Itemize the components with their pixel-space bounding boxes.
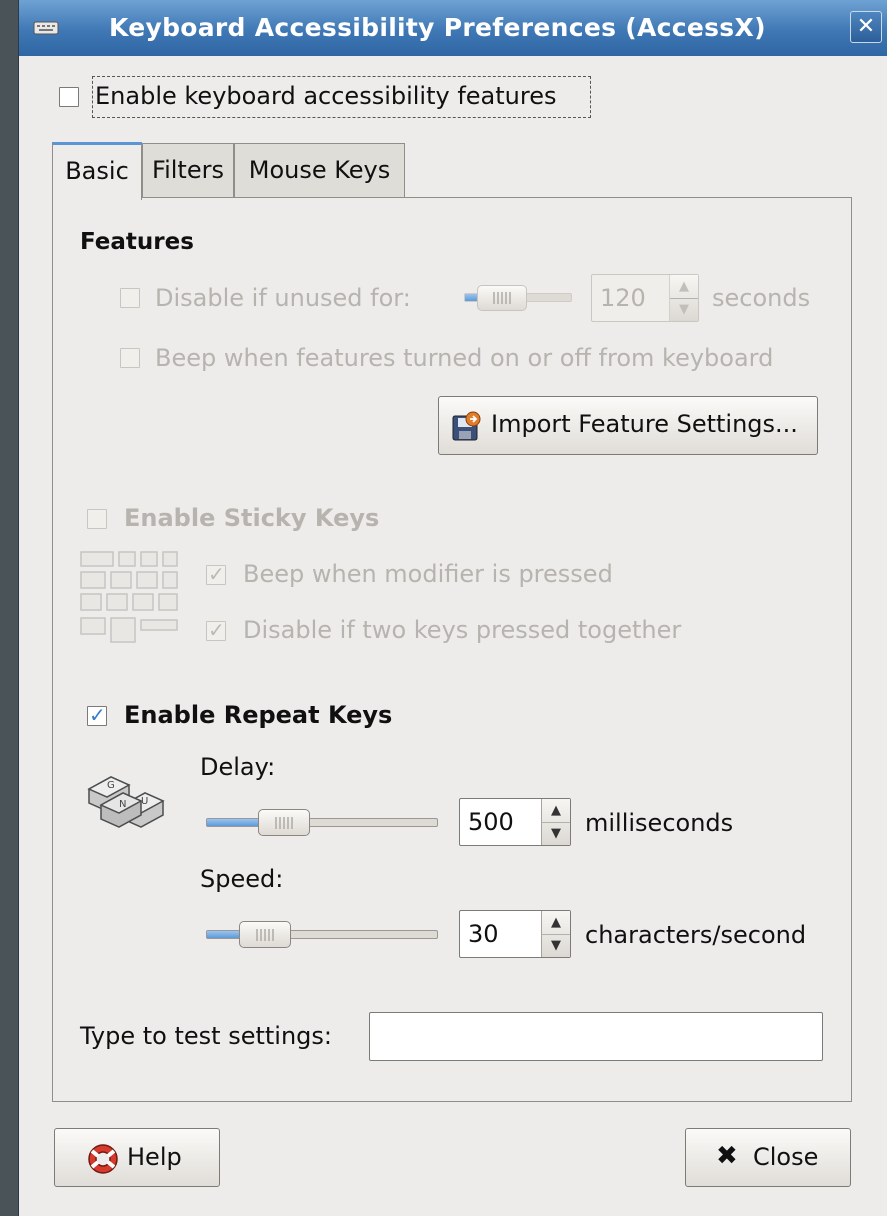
spin-down-icon[interactable]: ▼ — [670, 298, 698, 321]
delay-unit: milliseconds — [585, 809, 734, 837]
test-settings-label: Type to test settings: — [80, 1022, 332, 1050]
disable-unused-checkbox[interactable] — [120, 288, 140, 308]
speed-unit: characters/second — [585, 921, 807, 949]
repeat-keys-checkbox[interactable]: ✓ — [87, 703, 107, 727]
title-bar[interactable]: Keyboard Accessibility Preferences (Acce… — [19, 0, 887, 56]
close-button[interactable]: ✖ Close — [685, 1128, 851, 1187]
tab-basic[interactable]: Basic — [52, 142, 142, 200]
beep-modifier-label[interactable]: Beep when modifier is pressed — [243, 560, 613, 588]
x-icon: ✖ — [716, 1141, 738, 1171]
help-button[interactable]: Help — [54, 1128, 220, 1187]
beep-features-label[interactable]: Beep when features turned on or off from… — [155, 344, 773, 372]
delay-value[interactable] — [460, 799, 542, 845]
features-heading: Features — [80, 229, 194, 255]
svg-text:G: G — [107, 780, 115, 791]
enable-accessibility-label[interactable]: Enable keyboard accessibility features — [95, 82, 557, 110]
tab-filters[interactable]: Filters — [142, 143, 234, 198]
sticky-keys-checkbox[interactable] — [87, 509, 107, 529]
tab-mouse-keys[interactable]: Mouse Keys — [234, 143, 405, 198]
test-settings-field[interactable] — [370, 1013, 822, 1060]
svg-text:U: U — [141, 796, 148, 807]
repeat-keys-label[interactable]: Enable Repeat Keys — [124, 701, 392, 729]
help-button-label: Help — [127, 1143, 182, 1171]
disable-two-keys-label[interactable]: Disable if two keys pressed together — [243, 616, 681, 644]
sticky-keys-label[interactable]: Enable Sticky Keys — [124, 504, 379, 532]
disable-unused-spin[interactable]: ▲▼ — [591, 274, 699, 322]
speed-label: Speed: — [200, 865, 284, 893]
beep-modifier-checkbox[interactable]: ✓ — [206, 562, 226, 586]
delay-spin[interactable]: ▲▼ — [459, 798, 571, 846]
disable-unused-value[interactable] — [592, 275, 670, 321]
speed-spin[interactable]: ▲▼ — [459, 910, 571, 958]
spin-down-icon[interactable]: ▼ — [542, 934, 570, 957]
spin-down-icon[interactable]: ▼ — [542, 822, 570, 845]
speed-value[interactable] — [460, 911, 542, 957]
svg-text:N: N — [119, 799, 126, 810]
spin-up-icon[interactable]: ▲ — [542, 799, 570, 823]
active-tab-joint — [53, 196, 141, 199]
sticky-keys-icon — [80, 551, 178, 643]
close-button-label: Close — [753, 1143, 819, 1171]
disable-unused-unit: seconds — [712, 284, 811, 312]
spin-up-icon[interactable]: ▲ — [670, 275, 698, 299]
import-feature-settings-button[interactable]: Import Feature Settings... — [438, 396, 818, 455]
enable-accessibility-checkbox[interactable] — [59, 87, 79, 107]
window-close-button[interactable]: ✕ — [850, 11, 882, 43]
window-title: Keyboard Accessibility Preferences (Acce… — [109, 13, 766, 42]
repeat-keys-icon: G U N — [87, 776, 165, 828]
disk-import-icon — [452, 411, 481, 441]
keyboard-icon — [33, 21, 59, 35]
disable-unused-label[interactable]: Disable if unused for: — [155, 284, 411, 312]
delay-label: Delay: — [200, 753, 276, 781]
disable-two-keys-checkbox[interactable]: ✓ — [206, 618, 226, 642]
import-button-label: Import Feature Settings... — [491, 410, 798, 438]
accessx-dialog: Keyboard Accessibility Preferences (Acce… — [18, 0, 887, 1216]
lifebuoy-icon — [88, 1144, 118, 1174]
beep-features-checkbox[interactable] — [120, 348, 140, 368]
close-icon: ✕ — [856, 14, 876, 39]
test-settings-input[interactable] — [369, 1012, 823, 1061]
spin-up-icon[interactable]: ▲ — [542, 911, 570, 935]
